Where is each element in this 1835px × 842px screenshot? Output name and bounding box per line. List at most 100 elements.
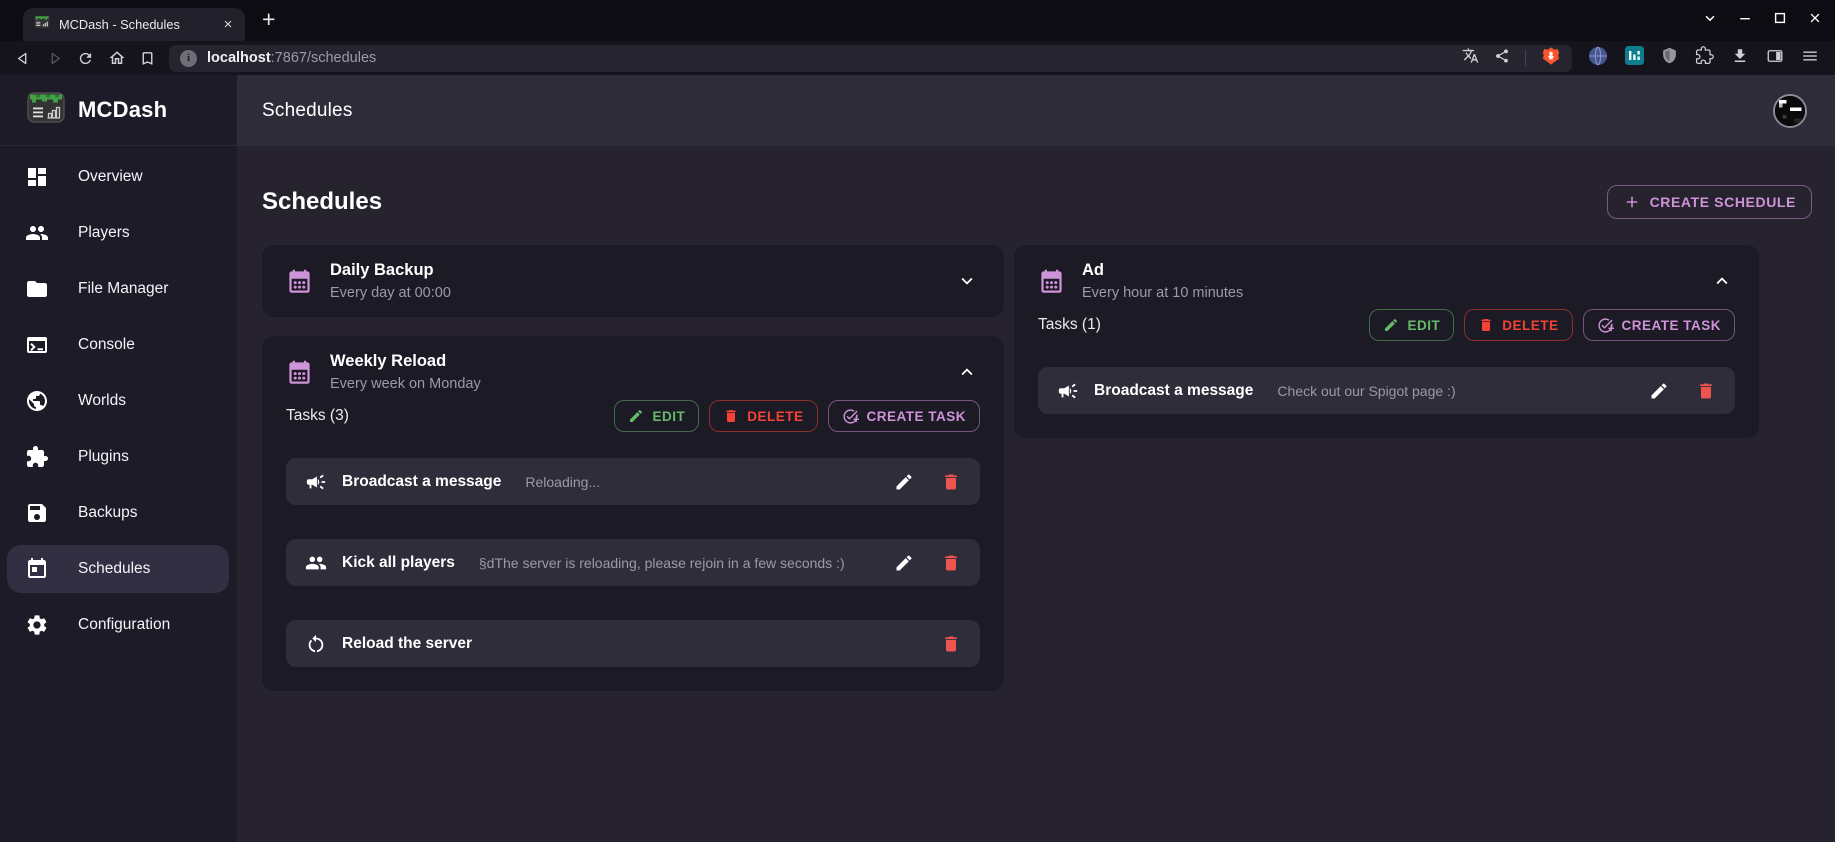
calendar-month-icon (286, 359, 313, 386)
sidebar-item-backups[interactable]: Backups (7, 489, 229, 537)
share-icon[interactable] (1494, 48, 1510, 69)
mcdash-logo-icon (27, 91, 65, 129)
menu-hamburger-icon[interactable] (1801, 47, 1819, 70)
task-row-broadcast: Broadcast a message Check out our Spigot… (1038, 367, 1735, 414)
new-tab-button[interactable]: + (262, 6, 275, 36)
create-task-button[interactable]: CREATE TASK (1582, 309, 1735, 341)
schedule-card-header[interactable]: Ad Every hour at 10 minutes (1038, 261, 1735, 301)
create-schedule-button[interactable]: CREATE SCHEDULE (1606, 185, 1812, 219)
edit-schedule-button[interactable]: EDIT (1369, 309, 1455, 341)
task-name: Kick all players (342, 553, 455, 571)
sidebar-item-players[interactable]: Players (7, 209, 229, 257)
sidebar-item-file-manager[interactable]: File Manager (7, 265, 229, 313)
schedule-name: Weekly Reload (330, 352, 447, 370)
sidebar-item-label: Overview (78, 168, 143, 185)
tasks-bar: Tasks (3) EDIT DELETE CREATE TASK (286, 400, 980, 432)
pencil-icon (1385, 318, 1398, 331)
restart-icon (305, 633, 327, 655)
stats-extension-icon[interactable] (1625, 46, 1644, 70)
edit-schedule-button[interactable]: EDIT (614, 400, 700, 432)
delete-schedule-button[interactable]: DELETE (709, 400, 818, 432)
add-task-icon (1597, 317, 1614, 333)
task-detail: Reloading... (525, 473, 601, 490)
downloads-icon[interactable] (1731, 47, 1749, 70)
extensions-puzzle-icon[interactable] (1695, 46, 1714, 70)
sidebar-item-configuration[interactable]: Configuration (7, 601, 229, 649)
schedules-column-right: Ad Every hour at 10 minutes Tasks (1) ED… (1014, 245, 1759, 438)
delete-label: DELETE (747, 408, 804, 424)
schedule-frequency: Every hour at 10 minutes (1082, 285, 1244, 301)
sidebar-item-label: Schedules (78, 560, 151, 577)
schedule-frequency: Every week on Monday (330, 376, 481, 392)
translate-icon[interactable] (1462, 47, 1479, 69)
dashboard-icon (28, 168, 46, 186)
tab-close-icon[interactable]: × (219, 16, 237, 34)
edit-task-icon[interactable] (894, 472, 914, 492)
page-toolbar: Schedules CREATE SCHEDULE (262, 185, 1812, 219)
schedule-card-header[interactable]: Weekly Reload Every week on Monday (286, 352, 980, 392)
url-host: localhost (207, 50, 271, 66)
sidebar-item-worlds[interactable]: Worlds (7, 377, 229, 425)
trash-icon (726, 410, 736, 422)
delete-task-icon[interactable] (941, 472, 961, 492)
sidebar-panel-icon[interactable] (1766, 47, 1784, 70)
delete-task-icon[interactable] (941, 553, 961, 573)
pencil-icon (630, 409, 643, 422)
bookmarks-button[interactable] (132, 44, 163, 72)
gear-icon (27, 615, 47, 635)
site-info-icon[interactable]: i (180, 49, 197, 67)
create-schedule-label: CREATE SCHEDULE (1649, 194, 1796, 210)
delete-schedule-button[interactable]: DELETE (1464, 309, 1573, 341)
edit-task-icon[interactable] (1649, 381, 1669, 401)
sidebar-item-schedules[interactable]: Schedules (7, 545, 229, 593)
back-button[interactable] (8, 44, 39, 72)
browser-toolbar: i localhost:7867/schedules (0, 41, 1835, 75)
user-avatar[interactable] (1773, 93, 1807, 128)
minimize-button[interactable] (1737, 10, 1753, 26)
puzzle-icon (27, 446, 48, 467)
maximize-button[interactable] (1772, 10, 1788, 26)
chevron-down-icon[interactable] (956, 270, 980, 292)
chevron-up-icon[interactable] (1711, 270, 1735, 292)
calendar-month-icon (1038, 268, 1065, 295)
close-window-button[interactable] (1807, 10, 1823, 26)
brave-shields-icon[interactable] (1541, 46, 1561, 71)
url-path: :7867/schedules (270, 50, 377, 66)
reload-button[interactable] (70, 44, 101, 72)
players-icon (305, 552, 327, 574)
task-row-broadcast: Broadcast a message Reloading... (286, 458, 980, 505)
sidebar-item-label: File Manager (78, 280, 169, 297)
edit-task-icon[interactable] (894, 553, 914, 573)
schedule-card-header[interactable]: Daily Backup Every day at 00:00 (286, 261, 980, 301)
url-bar[interactable]: i localhost:7867/schedules (169, 44, 1572, 72)
delete-task-icon[interactable] (941, 634, 961, 654)
globe-extension-icon[interactable] (1588, 46, 1608, 71)
forward-button[interactable] (39, 44, 70, 72)
url-text: localhost:7867/schedules (207, 50, 1452, 66)
schedules-page: Schedules CREATE SCHEDULE Daily Backup E… (237, 146, 1835, 842)
brand-title: MCDash (78, 97, 168, 122)
tab-search-chevron-icon[interactable] (1702, 10, 1718, 26)
chevron-up-icon[interactable] (956, 361, 980, 383)
shield-extension-icon[interactable] (1661, 46, 1678, 70)
edit-label: EDIT (1407, 317, 1441, 333)
delete-task-icon[interactable] (1696, 381, 1716, 401)
create-task-button[interactable]: CREATE TASK (827, 400, 980, 432)
browser-tab-active[interactable]: MCDash - Schedules × (23, 8, 245, 41)
schedule-card-weekly-reload: Weekly Reload Every week on Monday Tasks… (262, 336, 1004, 691)
schedule-frequency: Every day at 00:00 (330, 285, 451, 301)
sidebar-item-label: Configuration (78, 616, 171, 633)
schedule-name: Daily Backup (330, 261, 434, 279)
window-controls (1702, 10, 1823, 26)
home-button[interactable] (101, 44, 132, 72)
sidebar-item-console[interactable]: Console (7, 321, 229, 369)
task-detail: Check out our Spigot page :) (1277, 382, 1456, 399)
tab-title: MCDash - Schedules (59, 17, 180, 32)
sidebar-item-overview[interactable]: Overview (7, 153, 229, 201)
sidebar-item-plugins[interactable]: Plugins (7, 433, 229, 481)
players-icon (26, 226, 48, 240)
page-title: Schedules (262, 188, 383, 215)
schedules-column-left: Daily Backup Every day at 00:00 Weekly R… (262, 245, 1004, 691)
sidebar-brand: MCDash (0, 75, 237, 146)
sidebar: MCDash Overview Players File Manager Con… (0, 75, 237, 842)
